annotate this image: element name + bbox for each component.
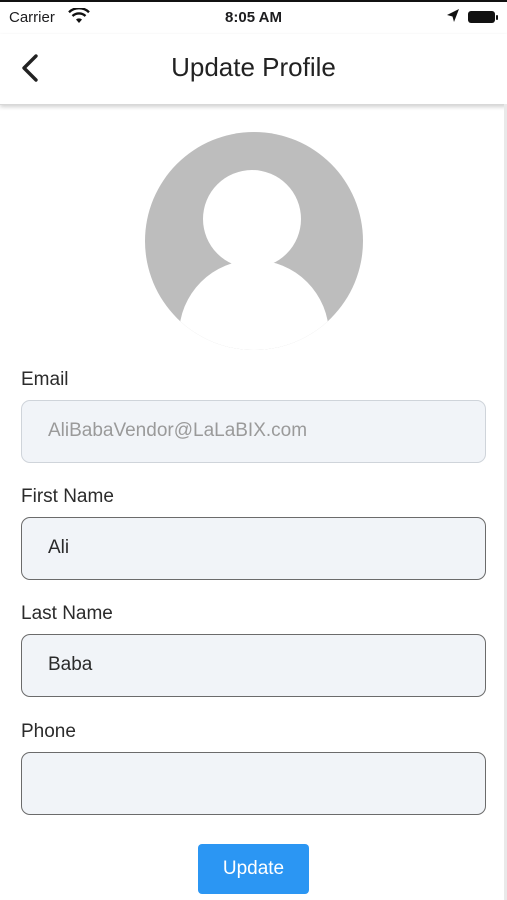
- first-name-field[interactable]: Ali: [21, 517, 486, 580]
- phone-label: Phone: [21, 721, 76, 742]
- email-field: AliBabaVendor@LaLaBIX.com: [21, 400, 486, 463]
- last-name-field[interactable]: Baba: [21, 634, 486, 697]
- navigation-bar: Update Profile: [0, 34, 507, 105]
- status-bar: Carrier 8:05 AM: [0, 0, 507, 34]
- avatar-body-shape: [179, 260, 329, 350]
- status-time: 8:05 AM: [225, 9, 282, 26]
- first-name-label: First Name: [21, 486, 114, 507]
- avatar[interactable]: [145, 132, 363, 350]
- phone-field[interactable]: [21, 752, 486, 815]
- last-name-label: Last Name: [21, 603, 113, 624]
- battery-icon: [468, 11, 498, 23]
- email-label: Email: [21, 369, 69, 390]
- update-button[interactable]: Update: [198, 844, 309, 894]
- location-arrow-icon: [446, 8, 460, 28]
- page-title: Update Profile: [171, 52, 336, 82]
- avatar-head-shape: [203, 170, 301, 268]
